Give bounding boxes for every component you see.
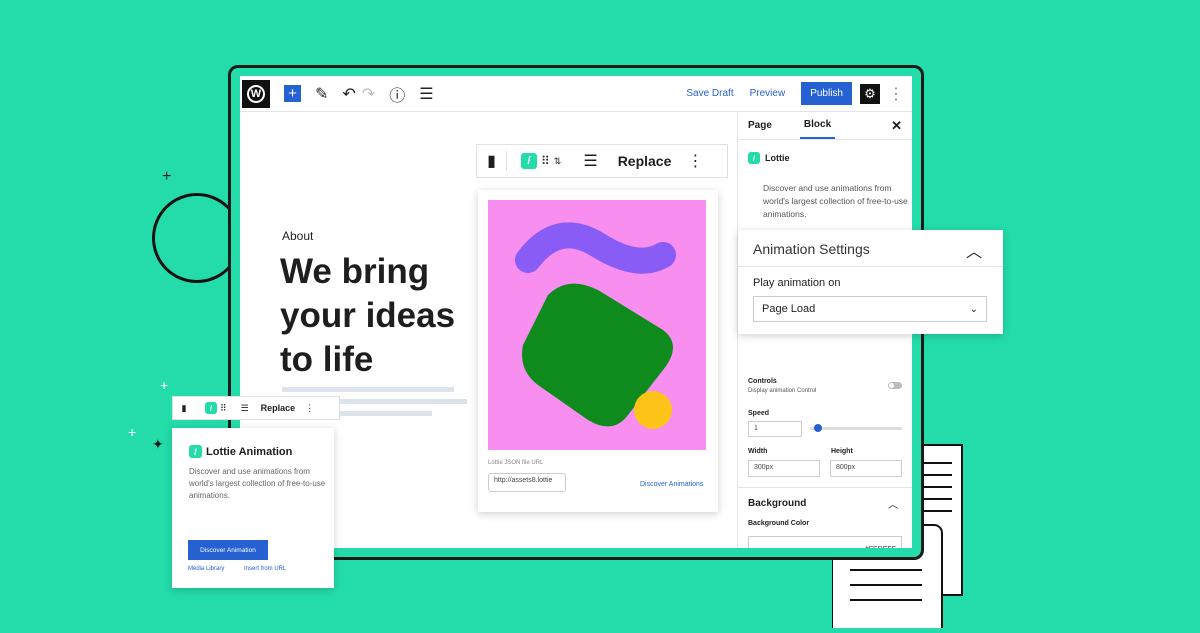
height-input[interactable]: 800px (830, 460, 902, 477)
move-arrows-icon[interactable]: ⇅ (554, 156, 562, 167)
animation-preview[interactable] (488, 200, 706, 450)
tab-block[interactable]: Block (799, 112, 836, 139)
drag-handle-icon[interactable]: ⠿ (541, 154, 550, 168)
more-icon[interactable]: ⋮ (687, 151, 703, 171)
sparkle-icon: + (162, 168, 172, 185)
sidebar-tabs: Page Block ✕ (738, 112, 912, 140)
undo-icon[interactable]: ↶ (342, 84, 355, 104)
plus-icon[interactable]: + (284, 85, 301, 102)
width-label: Width (748, 448, 768, 455)
close-icon[interactable]: ✕ (891, 118, 902, 134)
justify-icon[interactable]: ☰ (583, 151, 597, 171)
pencil-icon[interactable]: ✎ (315, 84, 328, 104)
url-input[interactable]: http://assets8.lottie (488, 473, 566, 492)
block-name: Lottie (765, 153, 790, 163)
speed-slider[interactable] (810, 424, 902, 432)
replace-button[interactable]: Replace (618, 153, 672, 169)
sparkle-icon: ✦ (152, 436, 164, 452)
publish-button[interactable]: Publish (801, 82, 852, 105)
lottie-preview-card: Lottie JSON file URL http://assets8.lott… (478, 190, 718, 512)
lottie-icon: / (748, 152, 760, 164)
insert-from-url-link[interactable]: Insert from URL (244, 566, 286, 572)
align-icon[interactable]: ▮ (477, 151, 507, 171)
width-input[interactable]: 300px (748, 460, 820, 477)
info-icon[interactable]: ⓘ (389, 82, 405, 106)
sparkle-icon: + (160, 377, 169, 393)
discover-animation-button[interactable]: Discover Animation (188, 540, 268, 560)
align-icon[interactable]: ▮ (173, 403, 195, 414)
controls-label: Controls (748, 378, 777, 385)
tab-page[interactable]: Page (748, 120, 772, 131)
speed-input[interactable]: 1 (748, 421, 802, 437)
speed-label: Speed (748, 410, 770, 417)
hero-eyebrow: About (282, 229, 314, 243)
bg-color-input[interactable]: #FEDEFF (748, 536, 902, 548)
chevron-up-icon[interactable]: ︿ (888, 496, 898, 511)
preview-button[interactable]: Preview (750, 88, 786, 99)
animation-settings-title: Animation Settings (753, 241, 870, 257)
animation-shapes (515, 222, 676, 429)
url-label: Lottie JSON file URL (488, 460, 544, 466)
height-label: Height (831, 448, 853, 455)
controls-toggle[interactable] (888, 382, 902, 389)
hero-title: We bring your ideas to life (280, 250, 455, 382)
controls-description: Display animation Control (748, 388, 817, 394)
drag-handle-icon[interactable]: ⠿ (220, 403, 227, 414)
block-toolbar: ▮ / ⠿ ⇅ ☰ Replace ⋮ (476, 144, 728, 178)
block-description: Discover and use animations from world's… (763, 183, 908, 219)
editor-topbar: W + ✎ ↶ ↷ ⓘ ☰ Save Draft Preview Publish… (240, 76, 912, 112)
bg-color-label: Background Color (748, 520, 810, 527)
sparkle-icon: + (128, 424, 137, 440)
lottie-animation-card: / Lottie Animation Discover and use anim… (172, 428, 334, 588)
play-animation-value: Page Load (762, 303, 816, 315)
hero-title-line: We bring (280, 252, 430, 291)
lottie-card-title: Lottie Animation (206, 445, 293, 458)
lottie-icon[interactable]: / (521, 153, 537, 169)
hero-title-line: to life (280, 340, 374, 379)
media-library-link[interactable]: Media Library (188, 566, 224, 572)
play-animation-select[interactable]: Page Load ⌄ (753, 296, 987, 322)
more-icon[interactable]: ⋮ (888, 84, 904, 104)
redo-icon[interactable]: ↷ (362, 84, 375, 104)
speed-slider-thumb[interactable] (814, 424, 823, 432)
background-section-title: Background (748, 498, 807, 509)
gear-icon[interactable]: ⚙ (860, 83, 880, 104)
discover-animations-link[interactable]: Discover Animations (640, 481, 703, 488)
chevron-up-icon[interactable]: ︿ (966, 238, 982, 262)
more-icon[interactable]: ⋮ (305, 403, 314, 414)
mini-block-toolbar: ▮ / ⠿ ☰ Replace ⋮ (172, 396, 340, 420)
list-view-icon[interactable]: ☰ (419, 84, 433, 104)
wordpress-logo[interactable]: W (242, 79, 270, 108)
hero-title-line: your ideas (280, 296, 456, 335)
lottie-icon: / (189, 445, 202, 458)
chevron-down-icon: ⌄ (969, 303, 978, 315)
lottie-card-description: Discover and use animations from world's… (189, 467, 326, 500)
animation-settings-panel: Animation Settings ︿ Play animation on P… (738, 230, 1003, 334)
replace-button[interactable]: Replace (261, 403, 296, 413)
justify-icon[interactable]: ☰ (241, 403, 249, 414)
save-draft-button[interactable]: Save Draft (686, 88, 733, 99)
play-animation-label: Play animation on (753, 277, 841, 289)
lottie-icon[interactable]: / (205, 402, 217, 414)
